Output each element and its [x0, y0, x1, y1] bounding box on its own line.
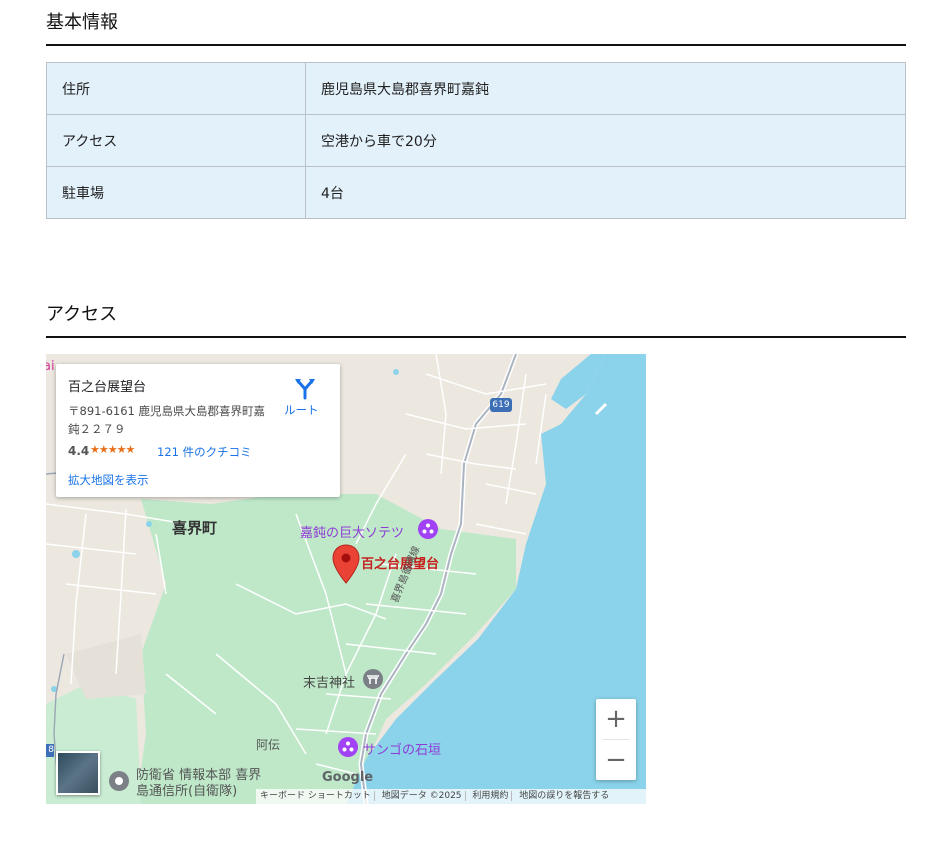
access-heading: アクセス: [46, 304, 118, 325]
route-link[interactable]: ルート: [284, 402, 319, 418]
table-row: アクセス 空港から車で20分: [46, 114, 906, 167]
keyboard-shortcuts-link[interactable]: キーボード ショートカット: [260, 791, 371, 801]
map-pin-icon[interactable]: [332, 544, 360, 584]
map-label-defense-line1: 防衛省 情報本部 喜界: [136, 768, 262, 783]
route-shield-619: 619: [490, 398, 512, 412]
edge-route-shield: 8: [46, 744, 54, 757]
edge-label-ai: ai: [46, 359, 55, 374]
card-rating: 4.4: [68, 444, 90, 458]
shrine-icon[interactable]: [362, 668, 384, 690]
zoom-out-button[interactable]: −: [596, 740, 636, 780]
reviews-link[interactable]: 121 件のクチコミ: [157, 444, 252, 460]
card-address: 〒891-6161 鹿児島県大島郡喜界町嘉鈍２２７９: [68, 404, 266, 436]
google-logo: Google: [322, 770, 374, 785]
card-title: 百之台展望台: [68, 380, 147, 395]
map-attribution-bar: キーボード ショートカット 地図データ ©2025 利用規約 地図の誤りを報告す…: [256, 789, 646, 804]
row-key-parking: 駐車場: [46, 166, 306, 219]
row-value-address: 鹿児島県大島郡喜界町嘉鈍: [305, 62, 906, 115]
place-info-card: 百之台展望台 〒891-6161 鹿児島県大島郡喜界町嘉鈍２２７９ 4.4 ★★…: [56, 364, 340, 497]
map-label-town: 喜界町: [172, 519, 218, 537]
row-value-parking: 4台: [305, 166, 906, 219]
basic-info-table: 住所 鹿児島県大島郡喜界町嘉鈍 アクセス 空港から車で20分 駐車場 4台: [46, 62, 906, 219]
access-divider: [46, 336, 906, 338]
map-label-cycad[interactable]: 嘉鈍の巨大ソテツ: [300, 522, 404, 541]
location-gray-icon[interactable]: [108, 770, 130, 792]
table-row: 住所 鹿児島県大島郡喜界町嘉鈍: [46, 62, 906, 115]
map-label-ade: 阿伝: [256, 738, 281, 752]
table-row: 駐車場 4台: [46, 166, 906, 219]
row-key-access: アクセス: [46, 114, 306, 167]
row-key-address: 住所: [46, 62, 306, 115]
basic-info-heading: 基本情報: [46, 12, 118, 33]
satellite-toggle-button[interactable]: [56, 751, 100, 795]
map-label-defense[interactable]: 防衛省 情報本部 喜界 島通信所(自衛隊): [136, 768, 261, 800]
map-data-label: 地図データ ©2025: [381, 791, 462, 801]
poi-purple-icon[interactable]: [337, 736, 359, 758]
row-value-access: 空港から車で20分: [305, 114, 906, 167]
zoom-controls: + −: [596, 699, 636, 780]
map-label-shrine[interactable]: 末吉神社: [303, 672, 355, 691]
terms-link[interactable]: 利用規約: [472, 791, 508, 801]
enlarge-map-link[interactable]: 拡大地図を表示: [68, 472, 149, 488]
zoom-in-button[interactable]: +: [596, 699, 636, 739]
embedded-map[interactable]: 619 ai 8 喜界町 嘉鈍の巨大ソテツ 百之台展望台 喜界島循環線 末吉神社…: [46, 354, 646, 804]
report-error-link[interactable]: 地図の誤りを報告する: [519, 791, 609, 801]
basic-info-divider: [46, 44, 906, 46]
map-label-coral[interactable]: サンゴの石垣: [363, 739, 441, 758]
map-label-defense-line2: 島通信所(自衛隊): [136, 784, 238, 799]
rating-stars-icon: ★★★★★: [90, 443, 135, 456]
directions-icon[interactable]: [293, 376, 317, 400]
poi-purple-icon[interactable]: [417, 518, 439, 540]
